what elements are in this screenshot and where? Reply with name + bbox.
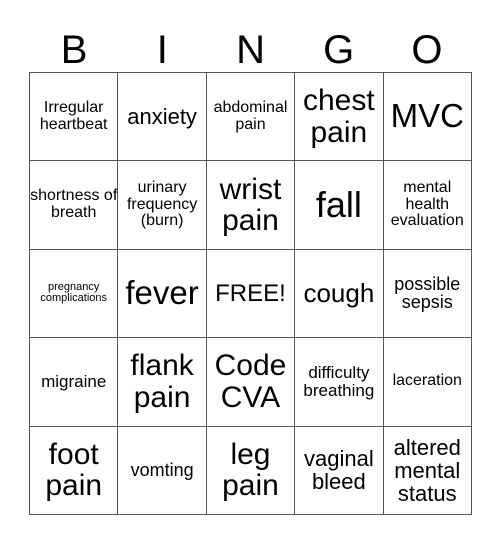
bingo-cell[interactable]: foot pain <box>28 425 119 515</box>
bingo-cell[interactable]: anxiety <box>117 71 207 162</box>
bingo-header: B I N G O <box>30 30 471 70</box>
bingo-cell[interactable]: abdominal pain <box>205 71 296 162</box>
bingo-cell[interactable]: fever <box>117 248 207 339</box>
bingo-cell[interactable]: Irregular heartbeat <box>28 71 119 162</box>
bingo-cell[interactable]: migraine <box>28 337 119 427</box>
bingo-cell[interactable]: Code CVA <box>205 337 296 427</box>
bingo-cell[interactable]: flank pain <box>117 337 207 427</box>
bingo-cell[interactable]: leg pain <box>205 425 296 515</box>
free-space-cell[interactable]: FREE! <box>205 248 296 339</box>
header-letter-i: I <box>156 28 168 72</box>
bingo-cell[interactable]: vomting <box>117 425 207 515</box>
header-letter-n: N <box>236 28 265 72</box>
bingo-cell[interactable]: laceration <box>382 337 472 427</box>
bingo-cell[interactable]: MVC <box>382 71 472 162</box>
bingo-cell[interactable]: chest pain <box>294 71 384 162</box>
bingo-cell[interactable]: fall <box>294 160 384 250</box>
grid-row: foot pain vomting leg pain vaginal bleed… <box>28 425 472 515</box>
header-letter-b: B <box>60 28 88 72</box>
bingo-cell[interactable]: cough <box>294 248 384 339</box>
bingo-cell[interactable]: pregnancy complications <box>28 248 119 339</box>
grid-row: Irregular heartbeat anxiety abdominal pa… <box>28 71 472 162</box>
grid-row: shortness of breath urinary frequency (b… <box>28 160 472 250</box>
bingo-cell[interactable]: wrist pain <box>205 160 296 250</box>
header-letter-o: O <box>411 28 443 72</box>
bingo-grid: Irregular heartbeat anxiety abdominal pa… <box>28 71 472 515</box>
bingo-cell[interactable]: difficulty breathing <box>294 337 384 427</box>
bingo-cell[interactable]: vaginal bleed <box>294 425 384 515</box>
bingo-cell[interactable]: mental health evaluation <box>382 160 472 250</box>
grid-row: migraine flank pain Code CVA difficulty … <box>28 337 472 427</box>
bingo-cell[interactable]: altered mental status <box>382 425 472 515</box>
bingo-cell[interactable]: urinary frequency (burn) <box>117 160 207 250</box>
grid-row: pregnancy complications fever FREE! coug… <box>28 248 472 339</box>
bingo-cell[interactable]: possible sepsis <box>382 248 472 339</box>
header-letter-g: G <box>323 28 355 72</box>
bingo-cell[interactable]: shortness of breath <box>28 160 119 250</box>
